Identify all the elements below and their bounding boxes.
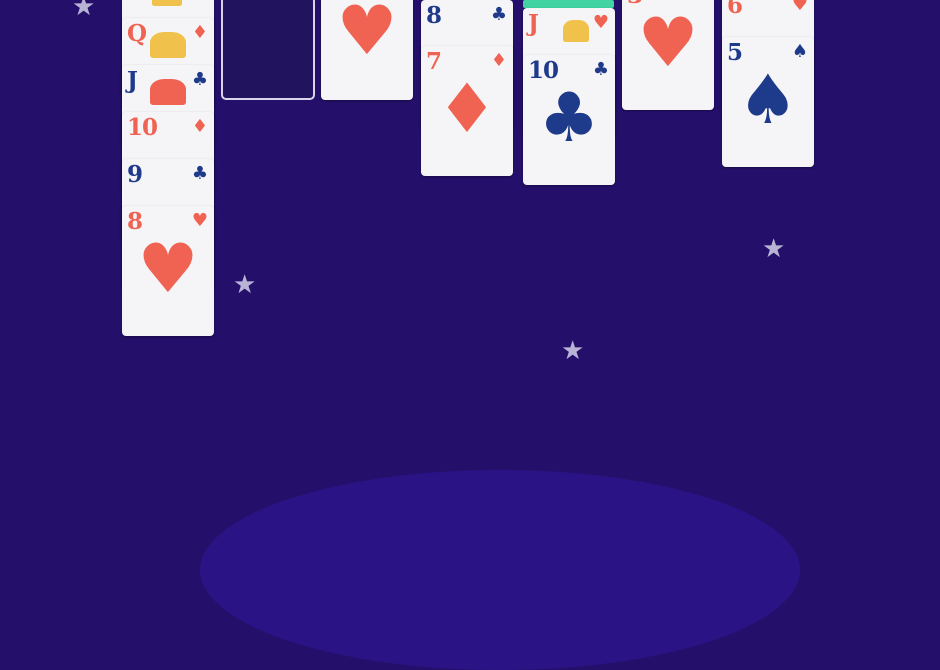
heart-icon: ♥: [791, 0, 808, 15]
star-decoration: ★: [233, 270, 257, 300]
card-rank: 8: [426, 2, 442, 29]
spade-icon: ♠: [791, 41, 808, 62]
club-icon: ♣: [592, 59, 609, 80]
card-10-clubs[interactable]: 10 ♣ ♣: [523, 55, 615, 185]
heart-icon: ♥: [137, 230, 199, 309]
club-icon: ♣: [191, 163, 208, 184]
court-figure: [563, 20, 589, 42]
club-icon: ♣: [191, 69, 208, 90]
card-3-hearts[interactable]: 3 ♥ ♥: [622, 0, 714, 110]
card-rank: Q: [127, 20, 147, 47]
selected-card-highlight: [523, 0, 614, 8]
card-5-spades[interactable]: 5 ♠ ♠: [722, 37, 814, 167]
card-hearts[interactable]: ♥: [321, 0, 413, 100]
heart-icon: ♥: [191, 210, 208, 231]
diamond-icon: ♦: [191, 22, 208, 43]
card-rank: 9: [127, 161, 143, 188]
heart-icon: ♥: [637, 4, 699, 83]
card-rank: J: [127, 67, 138, 94]
card-rank: 6: [727, 0, 743, 19]
card-8-hearts[interactable]: 8 ♥ ♥: [122, 206, 214, 336]
heart-icon: ♥: [336, 0, 398, 71]
spade-icon: ♠: [737, 61, 799, 140]
card-rank: 10: [127, 114, 158, 141]
card-rank: J: [528, 10, 539, 37]
star-decoration: ★: [72, 0, 96, 22]
diamond-icon: ♦: [436, 70, 498, 149]
empty-tableau-slot[interactable]: [221, 0, 315, 100]
diamond-icon: ♦: [490, 50, 507, 71]
club-icon: ♣: [538, 79, 600, 158]
star-decoration: ★: [561, 336, 585, 366]
court-figure: [150, 79, 186, 105]
background-hill: [200, 470, 800, 670]
heart-icon: ♥: [592, 12, 609, 33]
court-figure: [150, 32, 186, 58]
card-7-diamonds[interactable]: 7 ♦ ♦: [421, 46, 513, 176]
diamond-icon: ♦: [191, 116, 208, 137]
court-figure: [152, 0, 182, 6]
star-decoration: ★: [762, 234, 786, 264]
club-icon: ♣: [490, 4, 507, 25]
